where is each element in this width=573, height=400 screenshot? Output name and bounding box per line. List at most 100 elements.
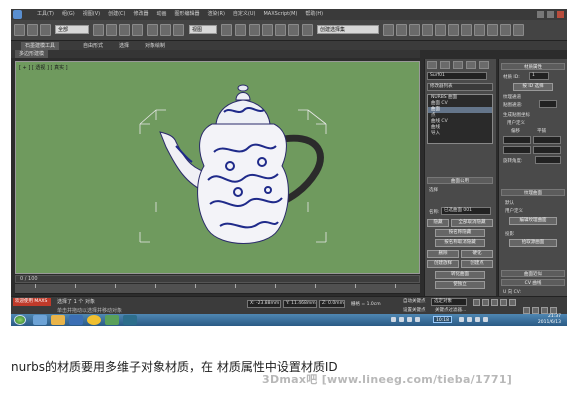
close-icon[interactable] — [557, 11, 564, 18]
u-offset-field[interactable] — [503, 136, 531, 144]
gen-mapping-checkbox[interactable]: 生成贴图坐标 — [503, 112, 530, 118]
pan-icon[interactable] — [532, 307, 539, 314]
orbit-icon[interactable] — [541, 307, 548, 314]
unhide-by-name-button[interactable]: 按名称取消隐藏 — [435, 239, 485, 247]
qq-icon[interactable] — [87, 315, 101, 325]
percent-snap-icon[interactable] — [275, 24, 286, 36]
menu-graph-editors[interactable]: 图形编辑器 — [175, 9, 200, 20]
rollout-surface-common[interactable]: 曲面公用 — [427, 177, 493, 184]
media-icon[interactable] — [69, 315, 83, 325]
start-button-icon[interactable] — [14, 315, 26, 325]
manipulate-icon[interactable] — [235, 24, 246, 36]
rollout-surface-approximation[interactable]: 曲面近似 — [501, 270, 565, 277]
track-bar[interactable] — [15, 284, 420, 294]
stack-item[interactable]: 导入 — [428, 131, 492, 137]
rollout-cv-curve[interactable]: CV 曲线 — [501, 279, 565, 286]
tray-icon[interactable] — [415, 317, 420, 322]
sub-object-name-field[interactable]: 已选曲面 001 — [441, 207, 491, 215]
modify-tab-icon[interactable] — [440, 61, 450, 69]
object-name-field[interactable]: Surf01 — [427, 72, 487, 80]
tray-icon[interactable] — [407, 317, 412, 322]
menu-tools[interactable]: 工具(T) — [37, 9, 54, 20]
tab-graphite-modeling[interactable]: 石墨建模工具 — [21, 42, 60, 50]
delete-button[interactable]: 删除 — [427, 250, 459, 258]
redo-icon[interactable] — [27, 24, 38, 36]
menu-create[interactable]: 创建(C) — [108, 9, 125, 20]
rollout-material-properties[interactable]: 材质属性 — [501, 63, 565, 70]
maximize-viewport-icon[interactable] — [550, 307, 557, 314]
v-offset-field[interactable] — [503, 146, 531, 154]
user-defined-label[interactable]: 用户定义 — [507, 120, 525, 126]
convert-surface-button[interactable]: 转化曲面 — [435, 271, 485, 279]
edit-named-sel-icon[interactable] — [302, 24, 313, 36]
rotation-field[interactable] — [535, 156, 561, 164]
edit-texture-surface-button[interactable]: 编辑纹理曲面 — [509, 217, 557, 225]
z-coordinate-field[interactable]: Z: 0.0mm — [319, 300, 345, 308]
tab-object-paint[interactable]: 对象绘制 — [141, 42, 169, 50]
select-by-name-icon[interactable] — [106, 24, 117, 36]
key-sel-set-dropdown[interactable]: 选定对象 — [431, 298, 467, 306]
explorer-icon[interactable] — [51, 315, 65, 325]
play-icon[interactable] — [491, 299, 498, 306]
layer-manager-icon[interactable] — [409, 24, 420, 36]
display-tab-icon[interactable] — [479, 61, 489, 69]
pivot-icon[interactable] — [221, 24, 232, 36]
render-frame-icon[interactable] — [487, 24, 498, 36]
goto-end-icon[interactable] — [509, 299, 516, 306]
v-tiling-field[interactable] — [533, 146, 561, 154]
ref-coord-dropdown[interactable]: 视图 — [189, 25, 217, 34]
menu-rendering[interactable]: 渲染(R) — [208, 9, 225, 20]
motion-tab-icon[interactable] — [466, 61, 476, 69]
move-icon[interactable] — [147, 24, 158, 36]
tray-icon[interactable] — [467, 317, 472, 322]
material-id-spinner[interactable]: 1 — [529, 72, 549, 80]
link-icon[interactable] — [40, 24, 51, 36]
perspective-viewport[interactable]: [ + ] [ 透视 ] [ 真实 ] — [15, 61, 420, 274]
modifier-list-dropdown[interactable]: 修改器列表 — [427, 83, 493, 91]
named-selection-dropdown[interactable]: 创建选择集 — [317, 25, 379, 34]
menu-views[interactable]: 视图(V) — [83, 9, 100, 20]
angle-snap-icon[interactable] — [262, 24, 273, 36]
tab-freeform[interactable]: 自由形式 — [79, 42, 107, 50]
menu-customize[interactable]: 自定义(U) — [233, 9, 256, 20]
goto-start-icon[interactable] — [473, 299, 480, 306]
browser-icon[interactable] — [105, 315, 119, 325]
user-defined-radio[interactable]: 用户定义 — [505, 208, 523, 214]
map-channel-spinner[interactable] — [539, 100, 557, 108]
menu-animation[interactable]: 动画 — [157, 9, 167, 20]
align-icon[interactable] — [396, 24, 407, 36]
taskbar-clock[interactable]: 21:37 2011/6/13 — [538, 314, 561, 326]
tray-icon[interactable] — [459, 317, 464, 322]
menu-modifiers[interactable]: 修改器 — [133, 9, 148, 20]
hide-by-name-button[interactable]: 按名称隐藏 — [435, 229, 485, 237]
y-coordinate-field[interactable]: Y: 11.468mm — [283, 300, 317, 308]
network-icon[interactable] — [475, 317, 480, 322]
time-slider[interactable]: 0 / 100 — [15, 275, 420, 283]
snap-icon[interactable] — [249, 24, 260, 36]
next-frame-icon[interactable] — [500, 299, 507, 306]
tab-polygon-modeling[interactable]: 多边形建模 — [15, 50, 49, 58]
render-setup-icon[interactable] — [474, 24, 485, 36]
rollout-texture-surface[interactable]: 纹理曲面 — [501, 189, 565, 196]
ie-icon[interactable] — [33, 315, 47, 325]
setkey-button[interactable]: 设置关键点 — [403, 307, 426, 313]
autokey-button[interactable]: 自动关键点 — [403, 298, 426, 304]
default-radio[interactable]: 默认 — [505, 200, 514, 206]
u-tiling-field[interactable] — [533, 136, 561, 144]
create-points-button[interactable]: 创建点 — [461, 260, 493, 268]
minimize-icon[interactable] — [537, 11, 544, 18]
app-logo-icon[interactable] — [13, 10, 22, 19]
create-tab-icon[interactable] — [427, 61, 437, 69]
schematic-view-icon[interactable] — [448, 24, 459, 36]
rect-region-icon[interactable] — [119, 24, 130, 36]
unhide-all-button[interactable]: 全部取消隐藏 — [451, 219, 493, 227]
material-editor-icon[interactable] — [461, 24, 472, 36]
3dsmax-taskbar-icon[interactable] — [123, 315, 137, 325]
tray-badge[interactable]: 10:18 — [433, 316, 452, 323]
menu-maxscript[interactable]: MAXScript(M) — [263, 9, 297, 20]
create-loft-button[interactable]: 创建放样 — [427, 260, 459, 268]
render-iterative-icon[interactable] — [513, 24, 524, 36]
zoom-icon[interactable] — [523, 307, 530, 314]
undo-icon[interactable] — [14, 24, 25, 36]
mirror-icon[interactable] — [383, 24, 394, 36]
